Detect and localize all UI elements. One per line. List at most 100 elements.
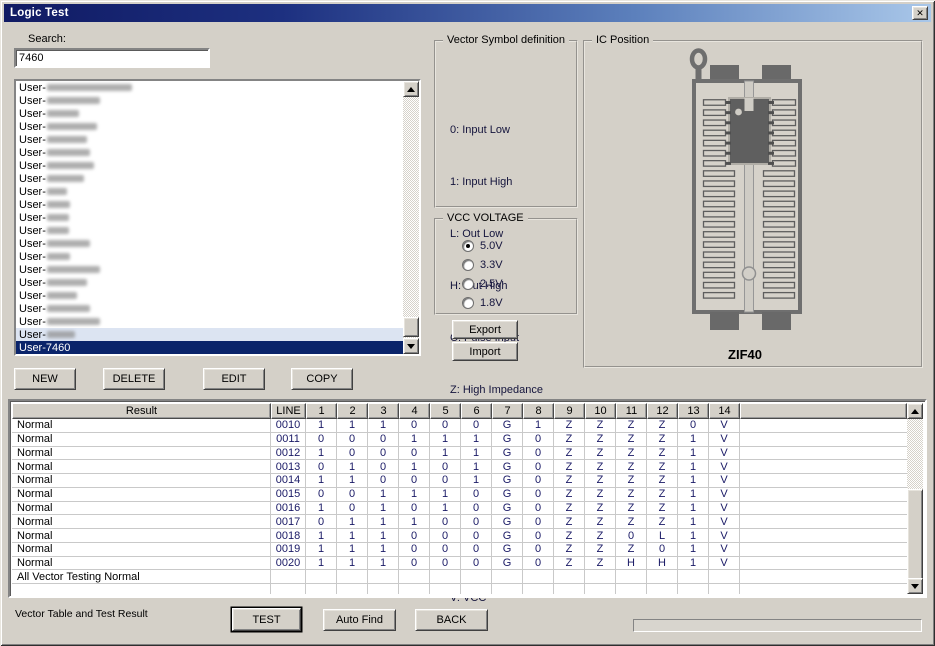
table-row[interactable]: Normal 0018 1 1 1 0 0 0 G 0 Z Z 0 L xyxy=(12,529,907,543)
user-list[interactable]: User- User- User- User- xyxy=(14,79,421,356)
list-item[interactable]: User- xyxy=(16,302,403,315)
column-header[interactable]: 10 xyxy=(585,403,616,419)
list-item[interactable]: User- xyxy=(16,120,403,133)
list-item[interactable]: User- xyxy=(16,211,403,224)
table-row[interactable]: Normal 0020 1 1 1 0 0 0 G 0 Z Z H H xyxy=(12,557,907,571)
radio-button-icon[interactable] xyxy=(462,297,474,309)
table-row[interactable]: Normal 0012 1 0 0 0 1 1 G 0 Z Z Z Z xyxy=(12,447,907,461)
close-button[interactable]: ✕ xyxy=(912,6,928,20)
column-header[interactable]: 9 xyxy=(554,403,585,419)
list-item[interactable]: User- xyxy=(16,107,403,120)
vector-cell xyxy=(523,584,554,594)
list-item[interactable]: User- xyxy=(16,172,403,185)
table-row[interactable]: Normal 0016 1 0 1 0 1 0 G 0 Z Z Z Z xyxy=(12,502,907,516)
list-item[interactable]: User- xyxy=(16,94,403,107)
vector-cell: 1 xyxy=(430,433,461,447)
search-label: Search: xyxy=(28,33,66,45)
list-item[interactable]: User- xyxy=(16,263,403,276)
vector-cell: 1 xyxy=(368,557,399,571)
back-button[interactable]: BACK xyxy=(415,609,488,631)
radio-button-icon[interactable] xyxy=(462,240,474,252)
vcc-option[interactable]: 3.3V xyxy=(462,255,576,274)
vcc-option[interactable]: 2.5V xyxy=(462,274,576,293)
list-item[interactable]: User- xyxy=(16,81,403,94)
filler-cell xyxy=(740,557,907,571)
vector-cell: 1 xyxy=(461,447,492,461)
radio-button-icon[interactable] xyxy=(462,259,474,271)
table-row[interactable]: Normal 0013 0 1 0 1 0 1 G 0 Z Z Z Z xyxy=(12,460,907,474)
title-bar[interactable]: Logic Test ✕ xyxy=(4,4,931,22)
vcc-option[interactable]: 5.0V xyxy=(462,236,576,255)
table-scrollbar[interactable] xyxy=(907,403,923,594)
column-header[interactable]: 2 xyxy=(337,403,368,419)
list-item[interactable]: User- xyxy=(16,159,403,172)
column-header[interactable]: 5 xyxy=(430,403,461,419)
list-item[interactable]: User- xyxy=(16,328,403,341)
scroll-up-button[interactable] xyxy=(907,403,923,419)
table-row[interactable]: Normal 0014 1 1 0 0 0 1 G 0 Z Z Z Z xyxy=(12,474,907,488)
list-item[interactable]: User- xyxy=(16,185,403,198)
table-row[interactable]: All Vector Testing Normal xyxy=(12,570,907,584)
table-row[interactable]: Normal 0017 0 1 1 1 0 0 G 0 Z Z Z Z xyxy=(12,515,907,529)
table-row[interactable] xyxy=(12,584,907,594)
vector-cell xyxy=(492,570,523,584)
vector-cell: 0 xyxy=(368,433,399,447)
table-row[interactable]: Normal 0015 0 0 1 1 1 0 G 0 Z Z Z Z xyxy=(12,488,907,502)
list-item-prefix: User- xyxy=(19,82,46,94)
column-header[interactable] xyxy=(740,403,907,419)
column-header[interactable]: 3 xyxy=(368,403,399,419)
vector-cell: 0 xyxy=(430,529,461,543)
vector-cell: 0 xyxy=(616,529,647,543)
list-item[interactable]: User- xyxy=(16,276,403,289)
search-input[interactable] xyxy=(14,48,210,68)
table-row[interactable]: Normal 0010 1 1 1 0 0 0 G 1 Z Z Z Z xyxy=(12,419,907,433)
copy-button[interactable]: COPY xyxy=(291,368,353,390)
delete-button[interactable]: DELETE xyxy=(103,368,165,390)
new-button[interactable]: NEW xyxy=(14,368,76,390)
vector-cell: V xyxy=(709,433,740,447)
auto-find-button[interactable]: Auto Find xyxy=(323,609,396,631)
list-item[interactable]: User- xyxy=(16,198,403,211)
scroll-down-button[interactable] xyxy=(907,578,923,594)
column-header[interactable]: 14 xyxy=(709,403,740,419)
column-header[interactable]: Result xyxy=(12,403,271,419)
list-item-prefix: User- xyxy=(19,316,46,328)
vector-cell: 0 xyxy=(523,557,554,571)
scroll-down-button[interactable] xyxy=(403,338,419,354)
column-header[interactable]: 13 xyxy=(678,403,709,419)
column-header[interactable]: 4 xyxy=(399,403,430,419)
list-item[interactable]: User- xyxy=(16,237,403,250)
vector-cell: G xyxy=(492,474,523,488)
column-header[interactable]: 6 xyxy=(461,403,492,419)
list-item[interactable]: User- xyxy=(16,133,403,146)
scroll-thumb[interactable] xyxy=(907,489,923,581)
vcc-option[interactable]: 1.8V xyxy=(462,293,576,312)
radio-button-icon[interactable] xyxy=(462,278,474,290)
column-header[interactable]: LINE xyxy=(271,403,306,419)
column-header[interactable]: 8 xyxy=(523,403,554,419)
close-icon: ✕ xyxy=(916,8,924,19)
symbol-definition-line: Z: High Impedance xyxy=(450,384,543,397)
scroll-thumb[interactable] xyxy=(403,317,419,337)
list-scrollbar[interactable] xyxy=(403,81,419,354)
export-button[interactable]: Export xyxy=(452,320,518,339)
list-item[interactable]: User- xyxy=(16,224,403,237)
table-row[interactable]: Normal 0019 1 1 1 0 0 0 G 0 Z Z Z 0 xyxy=(12,543,907,557)
table-row[interactable]: Normal 0011 0 0 0 1 1 1 G 0 Z Z Z Z xyxy=(12,433,907,447)
edit-button[interactable]: EDIT xyxy=(203,368,265,390)
vector-cell: 1 xyxy=(678,557,709,571)
blurred-text xyxy=(47,240,90,247)
list-item[interactable]: User- xyxy=(16,146,403,159)
column-header[interactable]: 11 xyxy=(616,403,647,419)
column-header[interactable]: 1 xyxy=(306,403,337,419)
list-item-selected[interactable]: User-7460 xyxy=(16,341,403,354)
list-item[interactable]: User- xyxy=(16,315,403,328)
list-item[interactable]: User- xyxy=(16,289,403,302)
list-item[interactable]: User- xyxy=(16,250,403,263)
column-header[interactable]: 12 xyxy=(647,403,678,419)
list-item-prefix: User- xyxy=(19,95,46,107)
test-button[interactable]: TEST xyxy=(232,608,301,631)
import-button[interactable]: Import xyxy=(452,342,518,361)
column-header[interactable]: 7 xyxy=(492,403,523,419)
scroll-up-button[interactable] xyxy=(403,81,419,97)
